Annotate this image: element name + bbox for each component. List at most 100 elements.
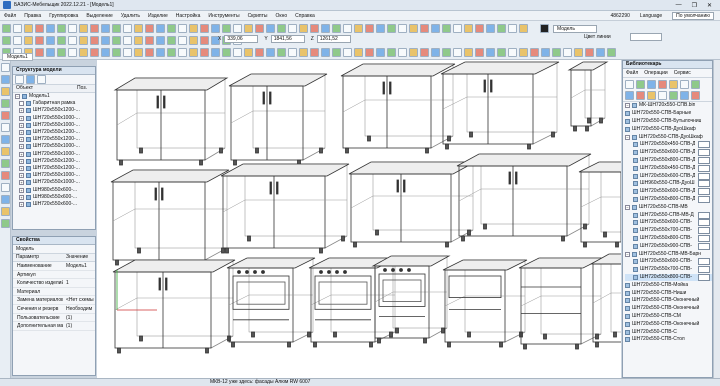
tool-icon[interactable] [365,47,374,57]
cabinet-model[interactable] [442,259,528,348]
expand-icon[interactable]: − [625,251,630,257]
expand-icon[interactable]: − [15,94,20,100]
tool-icon[interactable] [332,23,341,33]
tool-icon[interactable] [354,47,363,57]
tool-icon[interactable] [585,47,594,57]
structure-item[interactable]: Габаритная рамка [13,100,95,107]
expand-icon[interactable]: + [19,158,24,164]
side-tool-icon[interactable] [1,123,10,132]
tool-icon[interactable] [387,47,396,57]
property-value[interactable]: Необходим [63,305,92,313]
menu-item-7[interactable]: Инструменты [208,13,239,19]
tool-icon[interactable] [156,35,165,45]
properties-object-select[interactable]: Модель [13,245,95,254]
library-item[interactable]: ШН720х550х600-СПВ-Д [625,188,712,196]
tool-icon[interactable] [156,23,165,33]
tool-icon[interactable] [431,23,440,33]
side-tool-icon[interactable] [1,195,10,204]
property-value[interactable]: 1 [63,279,69,287]
cabinet-model[interactable] [440,61,560,150]
color-swatch-icon[interactable] [540,24,549,33]
tool-icon[interactable] [134,23,143,33]
menu-item-3[interactable]: Выделение [86,13,113,19]
tool-icon[interactable] [57,35,66,45]
tool-icon[interactable] [453,23,462,33]
property-value[interactable]: (1) [63,322,72,330]
cabinet-model[interactable] [456,153,592,242]
tool-icon[interactable] [519,47,528,57]
tool-icon[interactable] [123,23,132,33]
library-item[interactable]: ШН720х550х700-СПВ- [625,227,712,235]
library-menu-item[interactable]: Файл [626,70,638,76]
menu-item-4[interactable]: Удалить [121,13,140,19]
tool-icon[interactable] [68,35,77,45]
structure-item[interactable]: − Модель1 [13,93,95,100]
library-item[interactable]: ШН720х550х700-СПВ- [625,266,712,274]
library-tool-icon[interactable] [625,80,634,89]
structure-item[interactable]: + ШН720х550х1000-... [13,151,95,158]
tool-icon[interactable] [574,47,583,57]
library-tool-icon[interactable] [691,80,700,89]
tool-icon[interactable] [101,35,110,45]
tool-icon[interactable] [420,47,429,57]
tool-icon[interactable] [2,35,11,45]
tool-icon[interactable] [266,23,275,33]
menu-item-6[interactable]: Настройка [176,13,201,19]
side-tool-icon[interactable] [1,135,10,144]
tree-view-icon[interactable] [26,75,35,84]
tool-icon[interactable] [475,23,484,33]
cabinet-model[interactable] [518,257,604,350]
library-item[interactable]: − ШН720х550-СПВ-МВ [625,203,712,211]
tool-icon[interactable] [222,23,231,33]
library-item[interactable]: ШН720х550х450-СПВ-Д [625,141,712,149]
tool-icon[interactable] [90,47,99,57]
expand-icon[interactable]: + [19,165,24,171]
expand-icon[interactable]: + [19,180,24,186]
property-value[interactable]: (1) [63,314,72,322]
library-item[interactable]: ШН720х550-СПВ-Оконечный [625,297,712,305]
expand-icon[interactable] [19,101,24,107]
tool-icon[interactable] [2,23,11,33]
tool-icon[interactable] [387,23,396,33]
tool-icon[interactable] [79,47,88,57]
tool-icon[interactable] [57,47,66,57]
library-tool-icon[interactable] [647,91,656,100]
structure-item[interactable]: + ШН720х550х1000-... [13,172,95,179]
tool-icon[interactable] [398,47,407,57]
library-tool-icon[interactable] [669,80,678,89]
library-item[interactable]: ШН960х550-СПВ-ДуоШ [625,180,712,188]
library-item[interactable]: ШН720х550-СПВ-Стол [625,336,712,344]
tool-icon[interactable] [486,23,495,33]
tool-icon[interactable] [442,23,451,33]
tool-icon[interactable] [101,47,110,57]
tool-icon[interactable] [200,35,209,45]
menu-item-5[interactable]: Изделие [148,13,168,19]
tool-icon[interactable] [354,23,363,33]
tool-icon[interactable] [123,47,132,57]
library-tool-icon[interactable] [691,91,700,100]
tool-icon[interactable] [266,47,275,57]
tool-icon[interactable] [409,23,418,33]
tool-icon[interactable] [222,47,231,57]
settings-icon[interactable] [37,75,46,84]
side-tool-icon[interactable] [1,159,10,168]
tool-icon[interactable] [288,47,297,57]
side-tool-icon[interactable] [1,75,10,84]
cabinet-model[interactable] [220,163,350,254]
tool-icon[interactable] [57,23,66,33]
tool-icon[interactable] [46,47,55,57]
structure-item[interactable]: + ШН720х550х1200-... [13,165,95,172]
tool-icon[interactable] [442,47,451,57]
library-item[interactable]: ШН720х550х600-СПВ-Д [625,172,712,180]
tool-icon[interactable] [299,47,308,57]
side-tool-icon[interactable] [1,171,10,180]
tool-icon[interactable] [233,23,242,33]
library-scrollbar[interactable] [713,60,720,378]
library-item[interactable]: − ШН720х550-СПВ-МВ-Барн [625,250,712,258]
cabinet-model[interactable] [226,257,316,348]
expand-icon[interactable]: + [19,173,24,179]
library-tool-icon[interactable] [625,91,634,100]
cabinet-model[interactable] [589,253,621,348]
tool-icon[interactable] [398,23,407,33]
tool-icon[interactable] [244,47,253,57]
